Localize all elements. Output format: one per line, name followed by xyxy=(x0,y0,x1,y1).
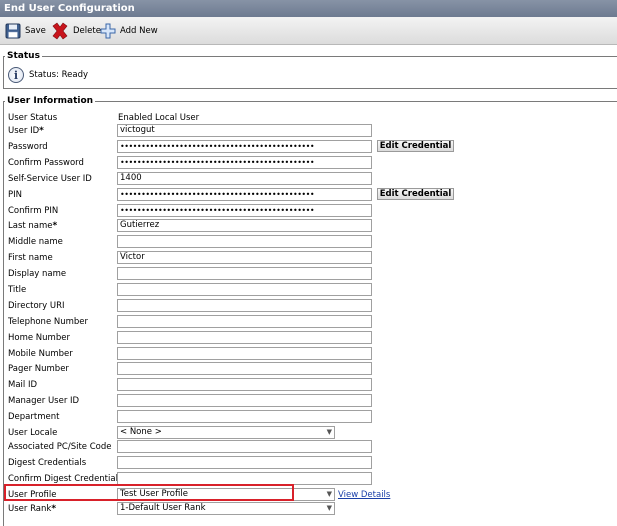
delete-button[interactable]: Delete xyxy=(51,21,101,41)
self-service-input[interactable]: 1400 xyxy=(117,172,372,185)
first-name-row: First name Victor xyxy=(0,251,617,266)
user-id-label: User ID* xyxy=(8,126,44,136)
status-text: Status: Ready xyxy=(29,70,89,80)
window-title: End User Configuration xyxy=(0,0,617,17)
display-name-label: Display name xyxy=(8,269,67,279)
chevron-down-icon: ▼ xyxy=(326,490,332,498)
home-number-input[interactable] xyxy=(117,331,372,344)
mail-id-label: Mail ID xyxy=(8,380,38,390)
pin-row: PIN ••••••••••••••••••••••••••••••••••••… xyxy=(0,188,617,203)
first-name-input[interactable]: Victor xyxy=(117,251,372,264)
user-information-legend: User Information xyxy=(5,96,96,106)
mobile-number-label: Mobile Number xyxy=(8,349,73,359)
user-profile-highlight xyxy=(4,484,294,501)
status-legend: Status xyxy=(5,51,42,61)
digest-credentials-input[interactable] xyxy=(117,456,372,469)
status-row: i Status: Ready xyxy=(8,67,88,83)
confirm-pin-label: Confirm PIN xyxy=(8,206,59,216)
view-details-link[interactable]: View Details xyxy=(338,490,390,500)
save-button[interactable]: Save xyxy=(5,21,46,41)
password-input[interactable]: ••••••••••••••••••••••••••••••••••••••••… xyxy=(117,140,372,153)
pc-site-code-label: Associated PC/Site Code xyxy=(8,442,112,452)
confirm-digest-label: Confirm Digest Credentials xyxy=(8,474,123,484)
last-name-label: Last name* xyxy=(8,221,58,231)
floppy-disk-icon xyxy=(5,23,21,39)
home-number-label: Home Number xyxy=(8,333,70,343)
save-label: Save xyxy=(25,26,46,36)
user-status-label: User Status xyxy=(8,113,58,123)
user-locale-label: User Locale xyxy=(8,428,58,438)
user-locale-select[interactable]: < None > ▼ xyxy=(117,426,335,439)
directory-uri-label: Directory URI xyxy=(8,301,65,311)
user-rank-select[interactable]: 1-Default User Rank ▼ xyxy=(117,502,335,515)
manager-user-id-input[interactable] xyxy=(117,394,372,407)
display-name-input[interactable] xyxy=(117,267,372,280)
mail-id-input[interactable] xyxy=(117,378,372,391)
title-row: Title xyxy=(0,283,617,298)
mail-id-row: Mail ID xyxy=(0,378,617,393)
telephone-input[interactable] xyxy=(117,315,372,328)
user-rank-row: User Rank* 1-Default User Rank ▼ xyxy=(0,502,617,517)
pc-site-code-row: Associated PC/Site Code xyxy=(0,440,617,455)
last-name-row: Last name* Gutierrez xyxy=(0,219,617,234)
pager-number-row: Pager Number xyxy=(0,362,617,377)
first-name-label: First name xyxy=(8,253,53,263)
add-plus-icon xyxy=(100,23,116,39)
info-icon: i xyxy=(8,67,24,83)
toolbar: Save Delete Add New xyxy=(0,17,617,45)
delete-x-icon xyxy=(52,22,68,40)
confirm-pin-input[interactable]: ••••••••••••••••••••••••••••••••••••••••… xyxy=(117,204,372,217)
delete-label: Delete xyxy=(73,26,101,36)
manager-user-id-row: Manager User ID xyxy=(0,394,617,409)
manager-user-id-label: Manager User ID xyxy=(8,396,80,406)
self-service-row: Self-Service User ID 1400 xyxy=(0,172,617,187)
chevron-down-icon: ▼ xyxy=(326,504,332,512)
pager-number-label: Pager Number xyxy=(8,364,69,374)
password-row: Password •••••••••••••••••••••••••••••••… xyxy=(0,140,617,155)
pager-number-input[interactable] xyxy=(117,362,372,375)
last-name-input[interactable]: Gutierrez xyxy=(117,219,372,232)
title-input[interactable] xyxy=(117,283,372,296)
telephone-row: Telephone Number xyxy=(0,315,617,330)
chevron-down-icon: ▼ xyxy=(326,428,332,436)
status-section xyxy=(3,56,617,89)
pin-input[interactable]: ••••••••••••••••••••••••••••••••••••••••… xyxy=(117,188,372,201)
display-name-row: Display name xyxy=(0,267,617,282)
pin-label: PIN xyxy=(8,190,22,200)
home-number-row: Home Number xyxy=(0,331,617,346)
add-new-label: Add New xyxy=(120,26,158,36)
digest-credentials-label: Digest Credentials xyxy=(8,458,87,468)
add-new-button[interactable]: Add New xyxy=(100,21,158,41)
middle-name-label: Middle name xyxy=(8,237,63,247)
confirm-password-input[interactable]: ••••••••••••••••••••••••••••••••••••••••… xyxy=(117,156,372,169)
confirm-pin-row: Confirm PIN ••••••••••••••••••••••••••••… xyxy=(0,204,617,219)
edit-password-credential-button[interactable]: Edit Credential xyxy=(377,140,454,152)
mobile-number-input[interactable] xyxy=(117,347,372,360)
digest-credentials-row: Digest Credentials xyxy=(0,456,617,471)
user-id-input[interactable]: victogut xyxy=(117,124,372,137)
confirm-password-row: Confirm Password •••••••••••••••••••••••… xyxy=(0,156,617,171)
department-row: Department xyxy=(0,410,617,425)
pc-site-code-input[interactable] xyxy=(117,440,372,453)
mobile-number-row: Mobile Number xyxy=(0,347,617,362)
user-rank-label: User Rank* xyxy=(8,504,57,514)
department-label: Department xyxy=(8,412,60,422)
self-service-label: Self-Service User ID xyxy=(8,174,92,184)
directory-uri-input[interactable] xyxy=(117,299,372,312)
edit-pin-credential-button[interactable]: Edit Credential xyxy=(377,188,454,200)
password-label: Password xyxy=(8,142,48,152)
middle-name-input[interactable] xyxy=(117,235,372,248)
user-id-row: User ID* victogut xyxy=(0,124,617,139)
user-status-value: Enabled Local User xyxy=(118,113,200,123)
middle-name-row: Middle name xyxy=(0,235,617,250)
confirm-password-label: Confirm Password xyxy=(8,158,84,168)
department-input[interactable] xyxy=(117,410,372,423)
telephone-label: Telephone Number xyxy=(8,317,89,327)
directory-uri-row: Directory URI xyxy=(0,299,617,314)
user-locale-row: User Locale < None > ▼ xyxy=(0,426,617,441)
title-label: Title xyxy=(8,285,27,295)
